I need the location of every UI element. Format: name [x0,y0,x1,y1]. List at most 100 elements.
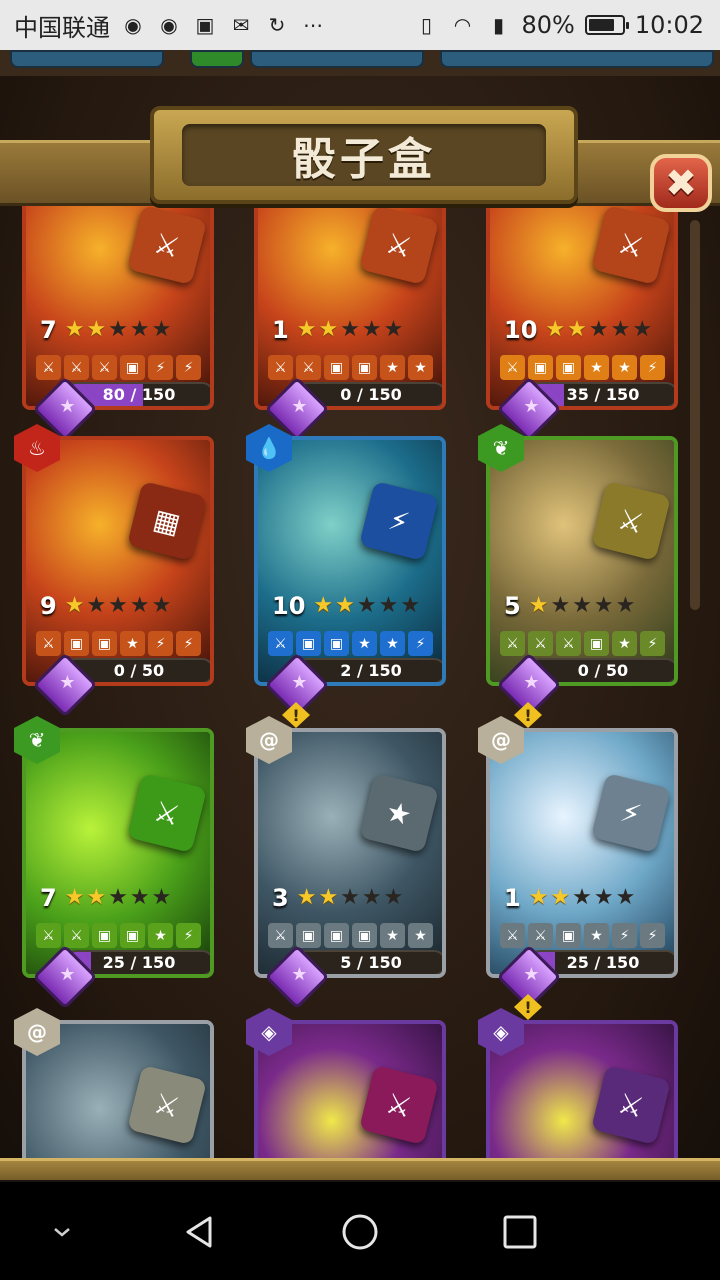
star-icon: ★ [86,885,107,910]
dice-face-icon: ⚡ [176,631,201,656]
star-icon: ★ [86,317,107,342]
star-icon: ★ [318,317,339,342]
page-title: 骰子盒 [292,134,436,185]
recents-icon[interactable] [498,1210,542,1254]
dice-face-icon: ★ [380,631,405,656]
dice-faces-row: ⚔ ⚔ ▣ ▣ ★ ⚡ [36,923,201,948]
star-icon: ★ [151,317,172,342]
more-icon: ⋯ [303,13,323,37]
dice-face-icon: ▣ [556,923,581,948]
dice-face-icon: ▣ [352,923,377,948]
dice-face-icon: ★ [148,923,173,948]
star-icon: ★ [567,317,587,342]
wifi-icon: ◠ [453,13,472,37]
dice-card[interactable]: ⚔ 10 ★ ★ ★ ★ ★ ⚔ ▣ ▣ ★ ★ ⚡ 35 / 150 [486,200,678,410]
dice-faces-row: ⚔ ▣ ▣ ★ ⚡ ⚡ [36,631,201,656]
dice-card[interactable]: ⚔ 1 ★ ★ ★ ★ ★ ⚔ ⚔ ▣ ▣ ★ ★ 0 / 150 [254,200,446,410]
dice-face-icon: ⚔ [36,355,61,380]
star-icon: ★ [64,885,85,910]
bottom-plank [0,1158,720,1180]
dice-face-icon: ▣ [324,631,349,656]
dice-box-list[interactable]: ⚔7★★★★★⚔⚔⚔▣⚡⚡80 / 150⚔1★★★★★⚔⚔▣▣★★0 / 15… [0,200,720,1170]
star-icon: ★ [593,885,614,910]
dice-face-icon: ⚔ [64,923,89,948]
close-icon[interactable]: ✖ [650,154,712,212]
dice-face-icon: ⚔ [528,631,553,656]
level-label: 10 [272,592,306,620]
level-row: 1 ★ ★ ★ ★ ★ [272,316,403,344]
dice-face-icon: ★ [120,631,145,656]
level-row: 9 ★ ★ ★ ★ ★ [40,592,171,620]
star-icon: ★ [632,317,653,342]
tab-pill-center[interactable] [190,50,244,68]
level-row: 3 ★ ★ ★ ★ ★ [272,884,403,912]
title-sign-inner: 骰子盒 [182,124,546,186]
star-icon: ★ [129,317,150,342]
dice-face-icon: ⚡ [408,631,433,656]
dice-face-icon: ⚔ [500,923,525,948]
dice-face-icon: ⚡ [640,355,665,380]
close-button[interactable]: ✖ [650,154,714,214]
tab-pill-left[interactable] [10,50,164,68]
star-icon: ★ [378,593,399,618]
star-icon: ★ [296,885,317,910]
dice-face-icon: ▣ [556,355,581,380]
dice-card[interactable]: ★ 3 ★ ★ ★ ★ ★ ⚔ ▣ ▣ ▣ ★ ★ 5 / 150 [254,728,446,978]
tab-pill-right[interactable] [440,50,714,68]
dice-face-icon: ▣ [324,923,349,948]
clock: 10:02 [634,11,704,39]
dice-card[interactable]: ⚔ 7 ★ ★ ★ ★ ★ ⚔ ⚔ ⚔ ▣ ⚡ ⚡ 80 / 150 [22,200,214,410]
star-icon: ★ [296,317,317,342]
level-row: 10 ★ ★ ★ ★ ★ [504,316,652,344]
dice-face-icon: ★ [352,631,377,656]
dice-face-icon: ▣ [324,355,349,380]
dice-face-icon: ▣ [352,355,377,380]
dice-face-icon: ▣ [64,631,89,656]
scrollbar[interactable] [690,220,700,610]
dice-face-icon: ⚔ [528,923,553,948]
star-icon: ★ [318,885,339,910]
dice-face-icon: ⚔ [268,631,293,656]
chevron-down-icon[interactable] [40,1210,84,1254]
star-icon: ★ [340,885,360,910]
dice-face-icon: ⚔ [500,631,525,656]
mail-icon: ✉ [232,13,250,37]
dice-face-icon: ▣ [528,355,553,380]
tab-pill-mid[interactable] [250,50,424,68]
star-icon: ★ [151,593,172,618]
dice-face-icon: ⚡ [640,923,665,948]
star-icon: ★ [356,593,377,618]
dice-face-icon: ⚔ [64,355,89,380]
android-nav-bar [0,1182,720,1280]
home-icon[interactable] [338,1210,382,1254]
dice-face-icon: ⚡ [612,923,637,948]
sync-icon: ↻ [268,13,286,37]
dice-card[interactable]: ⚔ 7 ★ ★ ★ ★ ★ ⚔ ⚔ ▣ ▣ ★ ⚡ 25 / 150 [22,728,214,978]
dice-card[interactable]: ▦ 9 ★ ★ ★ ★ ★ ⚔ ▣ ▣ ★ ⚡ ⚡ 0 / 50 [22,436,214,686]
status-left: 中国联通 ◉ ◉ ▣ ✉ ↻ ⋯ [0,8,326,43]
star-icon: ★ [129,593,150,618]
dice-face-icon: ★ [584,923,609,948]
level-row: 5 ★ ★ ★ ★ ★ [504,592,635,620]
star-icon: ★ [528,593,549,618]
star-icon: ★ [86,593,107,618]
dice-face-icon: ⚡ [176,923,201,948]
dice-face-icon: ⚔ [500,355,525,380]
battery-icon [584,15,629,35]
back-icon[interactable] [178,1210,222,1254]
dice-face-icon: ★ [380,923,405,948]
level-label: 7 [40,316,57,344]
dice-card[interactable]: ⚡ 10 ★ ★ ★ ★ ★ ⚔ ▣ ▣ ★ ★ ⚡ 2 / 150 [254,436,446,686]
star-icon: ★ [528,885,549,910]
dice-face-icon: ⚡ [176,355,201,380]
carrier-label: 中国联通 [14,13,110,42]
dice-card[interactable]: ⚔ 5 ★ ★ ★ ★ ★ ⚔ ⚔ ⚔ ▣ ★ ⚡ 0 / 50 [486,436,678,686]
weibo-icon-2: ◉ [160,13,178,37]
star-icon: ★ [572,593,592,618]
game-area: ⚔7★★★★★⚔⚔⚔▣⚡⚡80 / 150⚔1★★★★★⚔⚔▣▣★★0 / 15… [0,50,720,1180]
dice-faces-row: ⚔ ⚔ ⚔ ▣ ⚡ ⚡ [36,355,201,380]
dice-face-icon: ★ [612,631,637,656]
star-icon: ★ [151,885,172,910]
dice-card[interactable]: ⚡ 1 ★ ★ ★ ★ ★ ⚔ ⚔ ▣ ★ ⚡ ⚡ 25 / 150 [486,728,678,978]
level-row: 7 ★ ★ ★ ★ ★ [40,884,171,912]
